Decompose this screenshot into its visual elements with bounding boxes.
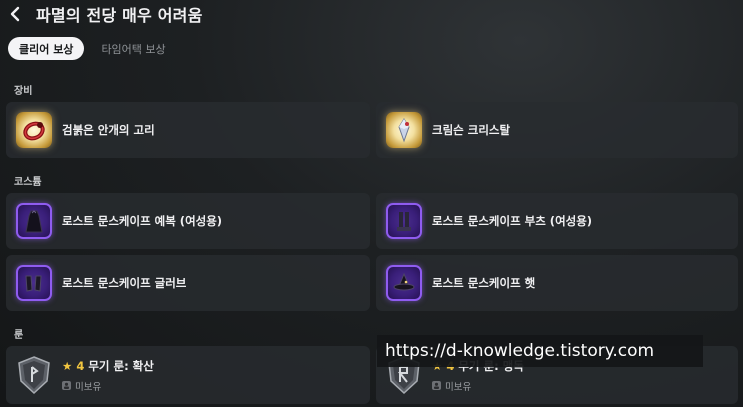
- section-label-rune: 룬: [14, 330, 24, 341]
- owned-status: 미보유: [62, 379, 154, 393]
- item-name: 로스트 문스케이프 부츠 (여성용): [432, 214, 593, 228]
- tab-clear-reward[interactable]: 클리어 보상: [8, 37, 85, 60]
- item-thumbnail: [386, 112, 422, 148]
- hat-icon: [393, 272, 415, 291]
- chevron-left-icon: [10, 6, 20, 22]
- robe-icon: [25, 210, 43, 233]
- rune-text: ★ 4 무기 룬: 확산 미보유: [62, 358, 154, 393]
- item-name: 크림슨 크리스탈: [432, 123, 511, 137]
- item-name: 무기 룬: 확산: [88, 358, 154, 373]
- section-label-equipment: 장비: [14, 86, 33, 97]
- crystal-icon: [398, 118, 410, 143]
- rune-tier: 4: [76, 358, 85, 373]
- owned-label: 미보유: [75, 381, 102, 393]
- reward-item-crystal[interactable]: 크림슨 크리스탈: [376, 102, 738, 158]
- star-icon: ★: [62, 358, 73, 373]
- reward-item-ring[interactable]: 검붉은 안개의 고리: [6, 102, 370, 158]
- watermark-url: https://d-knowledge.tistory.com: [377, 335, 703, 367]
- ring-icon: [23, 121, 45, 141]
- item-thumbnail: [16, 203, 52, 239]
- reward-item-rune-spread[interactable]: ★ 4 무기 룬: 확산 미보유: [6, 346, 370, 404]
- item-thumbnail: [16, 355, 52, 395]
- item-name: 로스트 문스케이프 예복 (여성용): [62, 214, 223, 228]
- person-icon: [62, 381, 71, 390]
- item-name: 로스트 문스케이프 햇: [432, 276, 536, 290]
- page-title: 파멸의 전당 매우 어려움: [36, 6, 203, 25]
- person-icon: [432, 381, 441, 390]
- gloves-icon: [25, 275, 42, 292]
- reward-item-robe[interactable]: 로스트 문스케이프 예복 (여성용): [6, 193, 370, 249]
- owned-label: 미보유: [445, 381, 472, 393]
- item-name: 로스트 문스케이프 글러브: [62, 276, 187, 290]
- item-name: 검붉은 안개의 고리: [62, 123, 155, 137]
- rune-title-row: ★ 4 무기 룬: 확산: [62, 358, 154, 374]
- item-thumbnail: [386, 203, 422, 239]
- rune-shield-icon: [18, 356, 50, 395]
- item-thumbnail: [386, 265, 422, 301]
- reward-item-hat[interactable]: 로스트 문스케이프 햇: [376, 255, 738, 311]
- item-thumbnail: [16, 265, 52, 301]
- reward-item-gloves[interactable]: 로스트 문스케이프 글러브: [6, 255, 370, 311]
- back-button[interactable]: [2, 1, 28, 27]
- item-thumbnail: [16, 112, 52, 148]
- tab-time-attack-reward[interactable]: 타임어택 보상: [90, 37, 176, 60]
- reward-item-boots[interactable]: 로스트 문스케이프 부츠 (여성용): [376, 193, 738, 249]
- reward-tabs: 클리어 보상 타임어택 보상: [8, 37, 177, 60]
- section-label-costume: 코스튬: [14, 177, 42, 188]
- boots-icon: [397, 212, 411, 231]
- owned-status: 미보유: [432, 379, 524, 393]
- header: 파멸의 전당 매우 어려움: [0, 0, 743, 28]
